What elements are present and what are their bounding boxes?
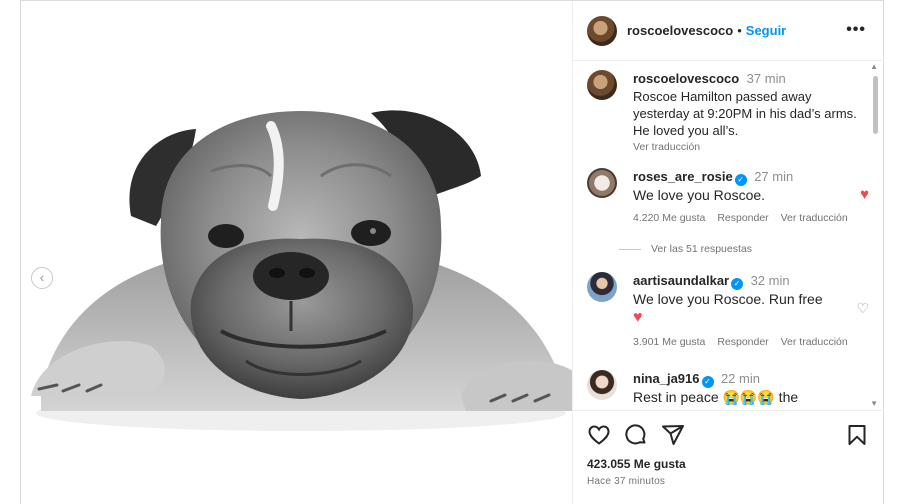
comment-item: roses_are_rosie ✓ 27 min We love you Rosc…: [587, 168, 869, 228]
separator-dot: •: [737, 23, 742, 38]
scroll-up-icon[interactable]: ▲: [870, 62, 878, 71]
commenter-username[interactable]: roses_are_rosie: [633, 169, 733, 184]
view-replies-button[interactable]: Ver las 51 respuestas: [619, 243, 752, 255]
verified-badge-icon: ✓: [701, 376, 714, 388]
comment-text: Rest in peace 😭😭😭 the: [633, 389, 799, 405]
verified-badge-icon: ✓: [734, 174, 747, 186]
comment-time: 22 min: [720, 371, 760, 386]
bookmark-icon[interactable]: [845, 423, 869, 447]
comment-time: 37 min: [746, 71, 786, 86]
likes-count[interactable]: 423.055 Me gusta: [587, 457, 686, 471]
scrollbar-thumb[interactable]: [873, 76, 878, 134]
reply-button[interactable]: Responder: [717, 212, 768, 224]
translate-link[interactable]: Ver traducción: [633, 141, 861, 153]
comment-time: 27 min: [754, 169, 794, 184]
translate-link[interactable]: Ver traducción: [781, 336, 848, 348]
comment-item: nina_ja916 ✓ 22 min Rest in peace 😭😭😭 the: [587, 370, 857, 410]
bulldog-photo: [21, 1, 572, 504]
post-media[interactable]: ‹: [21, 1, 573, 504]
comment-actions: 4.220 Me gusta Responder Ver traducción: [633, 212, 857, 224]
commenter-avatar[interactable]: [587, 370, 617, 400]
scroll-down-icon[interactable]: ▼: [870, 399, 878, 408]
commenter-username[interactable]: nina_ja916: [633, 371, 700, 386]
replies-divider: [619, 248, 641, 250]
follow-button[interactable]: Seguir: [746, 23, 786, 38]
post-footer: 423.055 Me gusta Hace 37 minutos: [573, 410, 884, 504]
liked-heart-icon[interactable]: ♥: [860, 186, 869, 203]
comment-time: 32 min: [750, 273, 790, 288]
comment-text: Roscoe Hamilton passed away yesterday at…: [633, 89, 857, 138]
post-timestamp[interactable]: Hace 37 minutos: [587, 476, 665, 487]
comments-scrollbar[interactable]: ▲ ▼: [870, 62, 882, 410]
like-heart-icon[interactable]: ♡: [856, 300, 869, 317]
comment-likes[interactable]: 3.901 Me gusta: [633, 336, 705, 348]
chevron-left-icon: ‹: [39, 269, 45, 285]
commenter-username[interactable]: aartisaundalkar: [633, 273, 729, 288]
heart-outline-icon[interactable]: [587, 423, 611, 447]
commenter-avatar[interactable]: [587, 272, 617, 302]
more-options-icon[interactable]: •••: [846, 21, 866, 39]
caption-comment: roscoelovescoco 37 min Roscoe Hamilton p…: [587, 70, 857, 153]
comment-actions: 3.901 Me gusta Responder Ver traducción: [633, 336, 857, 348]
post-header: roscoelovescoco • Seguir •••: [573, 1, 884, 61]
comments-list[interactable]: roscoelovescoco 37 min Roscoe Hamilton p…: [573, 62, 884, 410]
verified-badge-icon: ✓: [731, 278, 744, 290]
translate-link[interactable]: Ver traducción: [781, 212, 848, 224]
commenter-username[interactable]: roscoelovescoco: [633, 71, 739, 86]
post-side-panel: roscoelovescoco • Seguir ••• roscoeloves…: [573, 1, 884, 504]
author-username[interactable]: roscoelovescoco: [627, 23, 733, 38]
paper-plane-icon[interactable]: [661, 423, 685, 447]
comment-bubble-icon[interactable]: [624, 423, 648, 447]
commenter-avatar[interactable]: [587, 70, 617, 100]
author-avatar[interactable]: [587, 15, 617, 46]
comment-item: aartisaundalkar ✓ 32 min We love you Rosc…: [587, 272, 869, 352]
carousel-prev-button[interactable]: ‹: [31, 267, 53, 289]
view-replies-label: Ver las 51 respuestas: [651, 243, 752, 255]
comment-text: We love you Roscoe.: [633, 187, 766, 203]
comment-likes[interactable]: 4.220 Me gusta: [633, 212, 705, 224]
reply-button[interactable]: Responder: [717, 336, 768, 348]
instagram-post: ‹ roscoelovescoco • Seguir ••• roscoelov…: [20, 0, 884, 504]
comment-text: We love you Roscoe. Run free: [633, 291, 823, 307]
action-bar: [587, 423, 869, 449]
red-heart-emoji-icon: ♥: [633, 309, 643, 326]
commenter-avatar[interactable]: [587, 168, 617, 198]
